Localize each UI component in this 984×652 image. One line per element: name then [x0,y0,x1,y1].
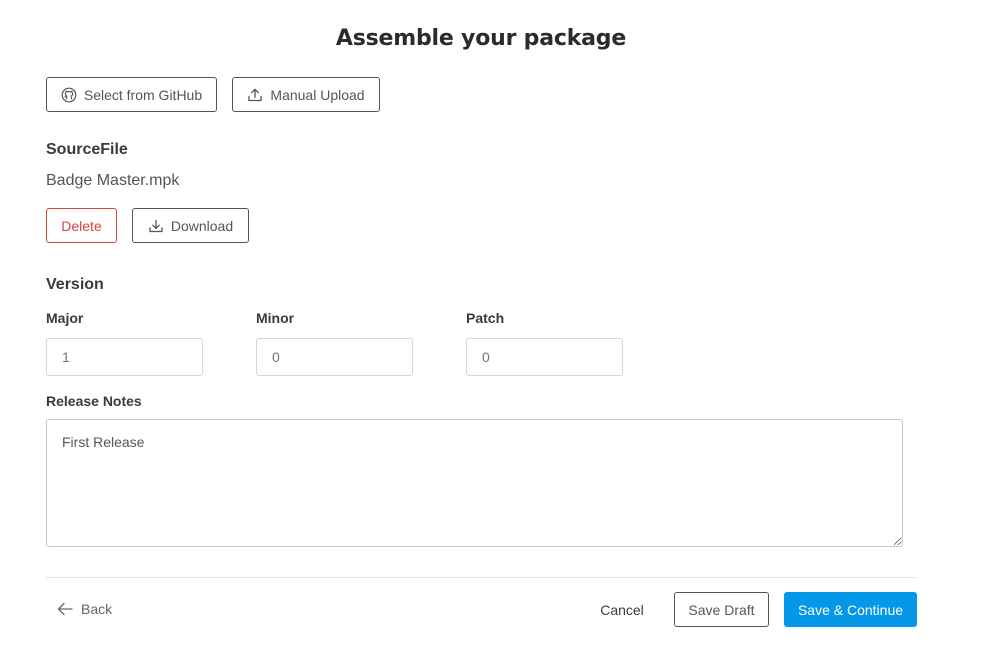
upload-icon [247,87,263,103]
minor-input[interactable] [256,338,413,376]
major-input[interactable] [46,338,203,376]
page-title: Assemble your package [335,26,627,51]
cancel-button[interactable]: Cancel [594,599,650,621]
save-continue-label: Save & Continue [797,601,904,618]
release-notes-textarea[interactable]: First Release [46,419,903,547]
minor-label: Minor [256,310,295,326]
download-button[interactable]: Download [132,208,249,243]
back-button[interactable]: Back [56,598,112,620]
delete-button-label: Delete [61,217,102,234]
back-button-label: Back [81,601,113,617]
arrow-left-icon [56,600,74,618]
github-button-label: Select from GitHub [83,86,203,103]
patch-input[interactable] [466,338,623,376]
major-label: Major [46,310,84,326]
upload-button-label: Manual Upload [270,86,365,103]
source-file-name: Badge Master.mpk [46,172,180,189]
manual-upload-button[interactable]: Manual Upload [232,77,380,112]
source-file-heading: SourceFile [46,141,128,158]
delete-button[interactable]: Delete [46,208,117,243]
footer-divider [46,577,917,578]
select-from-github-button[interactable]: Select from GitHub [46,77,217,112]
save-draft-button[interactable]: Save Draft [674,592,769,627]
version-heading: Version [46,276,104,293]
download-icon [148,218,164,234]
patch-label: Patch [466,310,505,326]
assemble-package-page: Assemble your package Select from GitHub… [0,0,984,652]
save-draft-label: Save Draft [688,601,755,618]
release-notes-label: Release Notes [46,393,142,409]
save-and-continue-button[interactable]: Save & Continue [784,592,917,627]
github-icon [61,87,77,103]
download-button-label: Download [170,217,234,234]
